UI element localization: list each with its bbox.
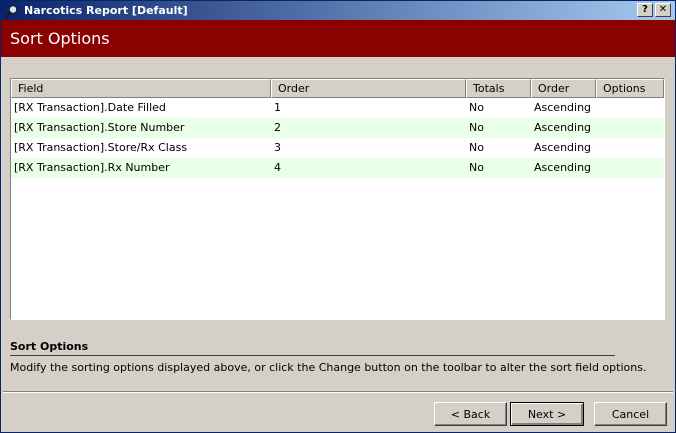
title-bar[interactable]: Narcotics Report [Default] ? ✕ [1,1,675,20]
back-button[interactable]: < Back [434,402,507,426]
column-header-options[interactable]: Options [596,79,664,98]
cell-field: [RX Transaction].Store/Rx Class [14,141,188,154]
cell-options [596,98,664,118]
cell-direction: Ascending [534,101,592,114]
table-row[interactable]: [RX Transaction].Store Number 2 No Ascen… [11,118,664,138]
info-title: Sort Options [10,340,89,353]
grid-header: Field Order Totals Order Options [11,79,664,98]
cell-totals: No [469,101,484,114]
column-header-order[interactable]: Order [271,79,466,98]
column-header-field[interactable]: Field [11,79,271,98]
cell-direction: Ascending [534,121,592,134]
footer-divider [3,391,673,393]
cell-field: [RX Transaction].Date Filled [14,101,166,114]
wizard-window: Narcotics Report [Default] ? ✕ Sort Opti… [0,0,676,433]
cell-totals: No [469,121,484,134]
info-divider [10,355,615,356]
page-banner: Sort Options [1,20,675,57]
help-button[interactable]: ? [637,3,653,17]
cell-field: [RX Transaction].Rx Number [14,161,170,174]
cell-order: 4 [274,161,281,174]
cell-order: 1 [274,101,281,114]
page-title: Sort Options [10,29,110,48]
cell-options [596,138,664,158]
table-row[interactable]: [RX Transaction].Date Filled 1 No Ascend… [11,98,664,118]
info-description: Modify the sorting options displayed abo… [10,361,647,374]
cancel-button[interactable]: Cancel [594,402,667,426]
cell-options [596,118,664,138]
column-header-direction[interactable]: Order [531,79,596,98]
title-buttons: ? ✕ [637,3,671,17]
cell-field: [RX Transaction].Store Number [14,121,185,134]
next-button[interactable]: Next > [510,402,584,426]
table-row[interactable]: [RX Transaction].Rx Number 4 No Ascendin… [11,158,664,178]
column-header-totals[interactable]: Totals [466,79,531,98]
table-row[interactable]: [RX Transaction].Store/Rx Class 3 No Asc… [11,138,664,158]
magnifier-icon [4,3,20,19]
cell-totals: No [469,161,484,174]
sort-fields-grid[interactable]: Field Order Totals Order Options [RX Tra… [10,78,665,320]
cell-order: 2 [274,121,281,134]
cell-direction: Ascending [534,161,592,174]
cell-totals: No [469,141,484,154]
cell-options [596,158,664,178]
cell-direction: Ascending [534,141,592,154]
close-button[interactable]: ✕ [655,3,671,17]
window-title: Narcotics Report [Default] [24,4,188,17]
cell-order: 3 [274,141,281,154]
